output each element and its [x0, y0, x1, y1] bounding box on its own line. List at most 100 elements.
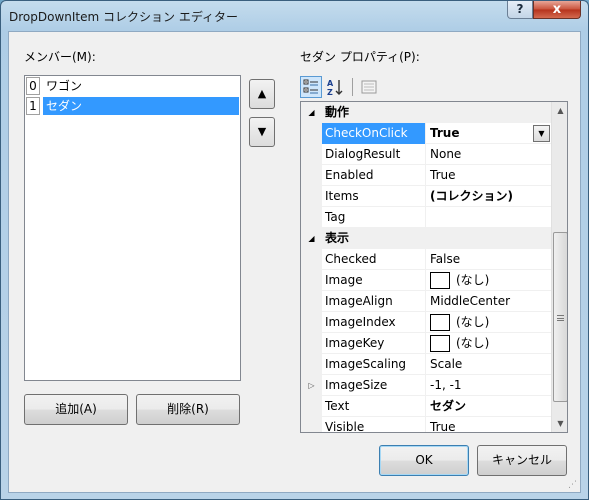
alphabetical-button[interactable]: A Z: [324, 76, 346, 98]
property-value-text: (なし): [456, 336, 490, 350]
row-gutter: [301, 291, 322, 312]
row-gutter: [301, 417, 322, 432]
property-value[interactable]: Scale: [427, 354, 551, 375]
editor-window: DropDownItem コレクション エディター ? x メンバー(M): 0…: [0, 0, 589, 500]
grip-icon: [557, 315, 564, 321]
category-row[interactable]: ◢ 表示: [301, 228, 551, 249]
expand-icon[interactable]: ▷: [301, 375, 322, 396]
property-row[interactable]: ▷ ImageSize -1, -1: [301, 375, 551, 396]
move-up-button[interactable]: ▲: [249, 79, 275, 109]
dropdown-arrow-icon[interactable]: ▼: [533, 125, 550, 142]
svg-text:Z: Z: [327, 88, 333, 97]
property-value[interactable]: MiddleCenter: [427, 291, 551, 312]
alphabetical-icon: A Z: [327, 79, 343, 97]
property-value[interactable]: False: [427, 249, 551, 270]
property-row[interactable]: Tag: [301, 207, 551, 228]
svg-text:A: A: [327, 79, 334, 88]
property-row[interactable]: ImageKey (なし): [301, 333, 551, 354]
property-name: ImageAlign: [322, 291, 426, 312]
property-value[interactable]: [427, 207, 551, 228]
property-value[interactable]: (なし): [427, 270, 551, 291]
property-name: Text: [322, 396, 426, 417]
member-index: 0: [26, 77, 40, 95]
arrow-up-icon: ▲: [257, 87, 267, 100]
member-name: セダン: [43, 97, 239, 115]
scroll-down-icon[interactable]: ▼: [552, 415, 567, 432]
collapse-icon[interactable]: ◢: [301, 228, 322, 249]
title-bar[interactable]: DropDownItem コレクション エディター ? x: [1, 1, 588, 31]
property-value[interactable]: True: [427, 165, 551, 186]
property-value[interactable]: None: [427, 144, 551, 165]
resize-grip-icon[interactable]: ⋰: [568, 480, 578, 490]
property-row[interactable]: ImageAlign MiddleCenter: [301, 291, 551, 312]
property-row[interactable]: Visible True: [301, 417, 551, 432]
window-title: DropDownItem コレクション エディター: [9, 10, 238, 24]
ok-button[interactable]: OK: [379, 445, 469, 476]
property-rows: ◢ 動作 CheckOnClick True ▼ DialogResult None Enab…: [301, 102, 551, 432]
property-row[interactable]: Items (コレクション): [301, 186, 551, 207]
property-row[interactable]: Checked False: [301, 249, 551, 270]
move-down-button[interactable]: ▼: [249, 117, 275, 147]
scroll-up-icon[interactable]: ▲: [552, 102, 567, 119]
members-list[interactable]: 0 ワゴン 1 セダン: [24, 75, 241, 381]
row-gutter: [301, 144, 322, 165]
property-name: ImageKey: [322, 333, 426, 354]
property-value[interactable]: True: [427, 417, 551, 432]
property-value[interactable]: -1, -1: [427, 375, 551, 396]
property-row[interactable]: Image (なし): [301, 270, 551, 291]
property-row[interactable]: ImageIndex (なし): [301, 312, 551, 333]
remove-button[interactable]: 削除(R): [136, 394, 240, 425]
vertical-scrollbar[interactable]: ▲ ▼: [551, 102, 567, 432]
row-gutter: [301, 354, 322, 375]
property-row[interactable]: ImageScaling Scale: [301, 354, 551, 375]
property-name: Tag: [322, 207, 426, 228]
row-gutter: [301, 333, 322, 354]
property-value[interactable]: (コレクション): [427, 186, 551, 207]
image-swatch: [430, 272, 450, 289]
property-row[interactable]: Text セダン: [301, 396, 551, 417]
row-gutter: [301, 165, 322, 186]
member-name: ワゴン: [46, 79, 83, 93]
member-item[interactable]: 0 ワゴン: [25, 76, 240, 96]
members-label: メンバー(M):: [24, 50, 96, 64]
property-name: Visible: [322, 417, 426, 432]
property-pages-icon: [361, 80, 377, 94]
row-gutter: [301, 186, 322, 207]
member-index: 1: [26, 97, 40, 115]
scroll-thumb[interactable]: [553, 232, 567, 402]
categorized-icon: [303, 79, 318, 94]
collapse-icon[interactable]: ◢: [301, 102, 322, 123]
property-name: Image: [322, 270, 426, 291]
client-area: メンバー(M): 0 ワゴン 1 セダン ▲ ▼ 追加(A) 削除(R) セダン プロ…: [8, 31, 581, 493]
category-name: 動作: [322, 102, 426, 123]
image-swatch: [430, 335, 450, 352]
add-button[interactable]: 追加(A): [24, 394, 128, 425]
property-name: ImageScaling: [322, 354, 426, 375]
property-value[interactable]: (なし): [427, 312, 551, 333]
toolbar-separator: [352, 78, 353, 96]
property-name: Items: [322, 186, 426, 207]
property-value-text: (なし): [456, 273, 490, 287]
row-gutter: [301, 396, 322, 417]
property-grid[interactable]: ◢ 動作 CheckOnClick True ▼ DialogResult None Enab…: [300, 101, 568, 433]
category-row[interactable]: ◢ 動作: [301, 102, 551, 123]
property-value[interactable]: (なし): [427, 333, 551, 354]
row-gutter: [301, 207, 322, 228]
close-button[interactable]: x: [533, 1, 581, 19]
property-row[interactable]: CheckOnClick True ▼: [301, 123, 551, 144]
property-row[interactable]: Enabled True: [301, 165, 551, 186]
row-gutter: [301, 123, 322, 144]
help-button[interactable]: ?: [507, 1, 533, 19]
categorized-button[interactable]: [300, 76, 322, 98]
member-item[interactable]: 1 セダン: [25, 96, 240, 116]
property-row[interactable]: DialogResult None: [301, 144, 551, 165]
property-name: Checked: [322, 249, 426, 270]
property-name: ImageSize: [322, 375, 426, 396]
property-value[interactable]: セダン: [427, 396, 551, 417]
row-gutter: [301, 249, 322, 270]
row-gutter: [301, 312, 322, 333]
cancel-button[interactable]: キャンセル: [477, 445, 567, 476]
property-pages-button[interactable]: [358, 76, 380, 98]
property-value-text: (なし): [456, 315, 490, 329]
property-name: ImageIndex: [322, 312, 426, 333]
